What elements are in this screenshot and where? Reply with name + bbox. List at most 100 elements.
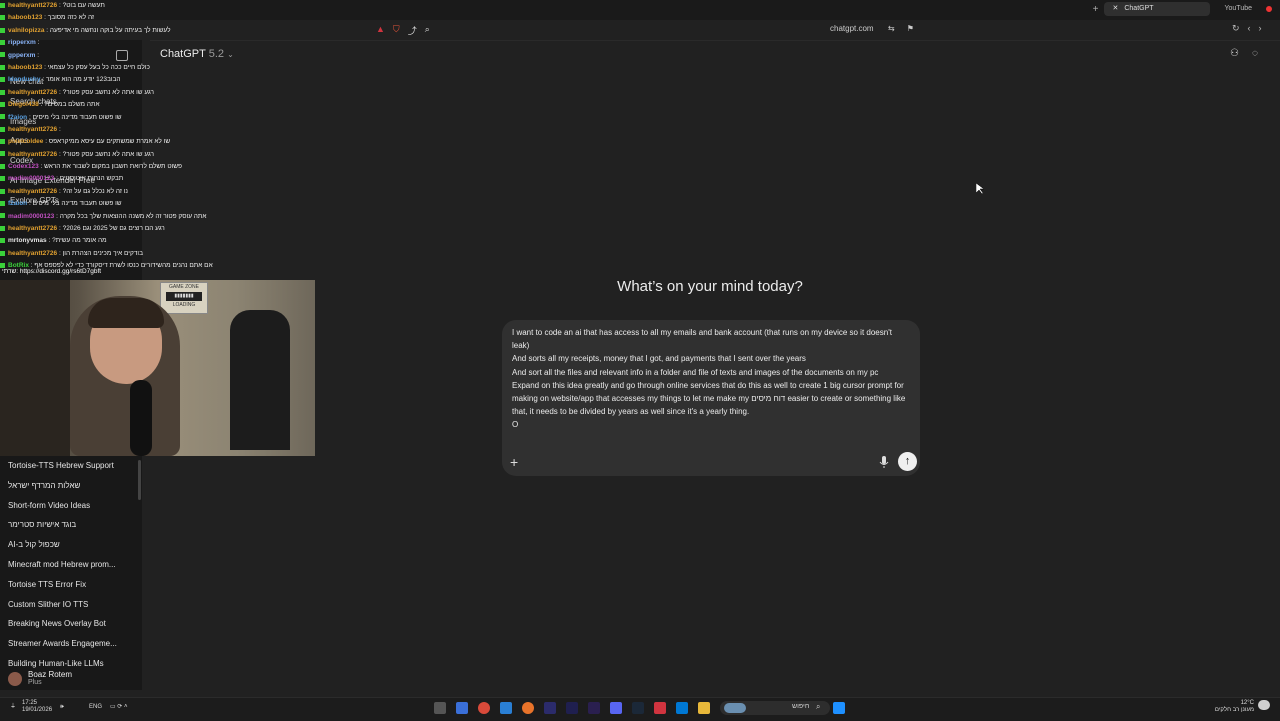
bookmark-icon[interactable]: ⚑ bbox=[907, 24, 914, 33]
list-item[interactable]: Streamer Awards Engageme... bbox=[8, 634, 138, 654]
app-icon[interactable] bbox=[544, 702, 556, 714]
chat-username: healthyantt2726 bbox=[8, 187, 58, 195]
badge-icon bbox=[0, 39, 5, 45]
badge-icon bbox=[0, 64, 5, 70]
list-item[interactable]: שאלות המרדף ישראל bbox=[8, 476, 138, 496]
badge-icon bbox=[0, 238, 5, 244]
model-version: 5.2 bbox=[208, 48, 225, 60]
steam-icon[interactable] bbox=[632, 702, 644, 714]
chat-separator: : bbox=[35, 39, 40, 47]
chat-username: gpperxm bbox=[8, 51, 36, 59]
after-effects-icon[interactable] bbox=[566, 702, 578, 714]
model-selector[interactable]: ChatGPT 5.2 ⌄ bbox=[160, 48, 234, 60]
search-highlight-icon bbox=[724, 703, 746, 713]
add-attachment-button[interactable]: + bbox=[510, 454, 518, 470]
list-item[interactable]: Minecraft mod Hebrew prom... bbox=[8, 555, 138, 575]
premiere-icon[interactable] bbox=[588, 702, 600, 714]
reload-icon[interactable]: ↻ bbox=[1232, 23, 1240, 34]
chat-line: healthyantt2726 : ?רגע שו אתה לא נחשב עס… bbox=[0, 149, 320, 161]
badge-icon bbox=[0, 89, 5, 95]
list-item[interactable]: שכפול קול ב-AI bbox=[8, 535, 138, 555]
sidebar-scrollbar[interactable] bbox=[138, 460, 141, 500]
chat-message: פשוט תשלם לרואת חשבון במקום לשבור את הרא… bbox=[44, 163, 182, 171]
folder-icon[interactable] bbox=[698, 702, 710, 714]
badge-icon bbox=[0, 163, 5, 169]
clock[interactable]: 17:25 19/01/2026 bbox=[22, 700, 52, 714]
chat-lines: healthyantt2726 : ?תעשה עם בוט haboob123 … bbox=[0, 0, 320, 273]
mouse-cursor-icon bbox=[975, 182, 985, 198]
volume-icon[interactable]: 🕪 bbox=[60, 704, 64, 711]
send-button[interactable]: ↑ bbox=[898, 452, 917, 471]
forward-icon[interactable]: › bbox=[1259, 23, 1262, 34]
chat-line: Codex123 : פשוט תשלם לרואת חשבון במקום ל… bbox=[0, 161, 320, 173]
badge-icon bbox=[0, 250, 5, 256]
chat-separator: : bbox=[57, 125, 61, 133]
back-icon[interactable]: ‹ bbox=[1248, 23, 1251, 34]
chat-username: pixelcoldee bbox=[8, 138, 44, 146]
list-item[interactable]: בוגד אישיות סטרימר bbox=[8, 515, 138, 535]
app-icon[interactable] bbox=[456, 702, 468, 714]
microphone-icon[interactable] bbox=[878, 454, 890, 470]
taskbar-search[interactable]: חיפוש ⌕ bbox=[720, 701, 830, 715]
app-icon[interactable] bbox=[500, 702, 512, 714]
chat-message: שו לא אמרת שמשתקים עם עיסא ממיקראפס bbox=[48, 138, 171, 146]
sign-text: GAME ZONE bbox=[168, 284, 199, 290]
temporary-chat-icon[interactable]: ◌ bbox=[1252, 48, 1258, 59]
badge-icon bbox=[0, 27, 5, 33]
wifi-icon[interactable]: ⏚ bbox=[10, 701, 16, 710]
lens-icon[interactable]: ⌕ bbox=[425, 24, 430, 37]
badge-icon bbox=[0, 213, 5, 219]
chat-line: f2aion : שו פשוט תעבוד מדינה בלי מיסים bbox=[0, 198, 320, 210]
chat-username: f2aion bbox=[8, 113, 28, 121]
profile-plan: Plus bbox=[28, 679, 42, 686]
list-item[interactable]: Custom Slither IO TTS bbox=[8, 595, 138, 615]
chat-username: valnilopizza bbox=[8, 26, 45, 34]
chevron-down-icon: ⌄ bbox=[227, 50, 234, 59]
weather-temp: 12°C bbox=[1240, 700, 1254, 706]
system-tray-icons[interactable]: ▭ ⟳ ˄ bbox=[110, 703, 128, 710]
webcam-mic bbox=[130, 380, 152, 456]
address-bar[interactable]: chatgpt.com ⇆ ⚑ bbox=[830, 24, 914, 33]
list-item[interactable]: Breaking News Overlay Bot bbox=[8, 614, 138, 634]
translate-icon[interactable]: ⇆ bbox=[888, 24, 895, 33]
chat-line: healthyantt2726 : ?תעשה עם בוט bbox=[0, 0, 320, 12]
profile-button[interactable]: Boaz Rotem Plus bbox=[8, 670, 72, 687]
language-indicator[interactable]: ENG bbox=[89, 704, 102, 710]
start-icon[interactable] bbox=[833, 702, 845, 714]
close-icon[interactable]: ✕ bbox=[1112, 5, 1118, 12]
brave-icon[interactable] bbox=[654, 702, 666, 714]
chat-line: haboob123 : כולם חיים ככה כל בעל עסק כל … bbox=[0, 62, 320, 74]
badge-icon bbox=[0, 201, 5, 207]
chat-line: healthyantt2726 : בודקים איך מכינים הצהר… bbox=[0, 248, 320, 260]
list-item[interactable]: Tortoise TTS Error Fix bbox=[8, 575, 138, 595]
chat-message: ?רגע שו אתה לא נחשב עסק פטור bbox=[62, 150, 154, 158]
tab-youtube[interactable]: YouTube bbox=[1216, 2, 1260, 16]
share-icon[interactable]: ⤴ bbox=[408, 24, 417, 37]
prompt-input[interactable]: I want to code an ai that has access to … bbox=[512, 326, 910, 432]
terminal-icon[interactable] bbox=[434, 702, 446, 714]
firefox-icon[interactable] bbox=[522, 702, 534, 714]
user-icon[interactable]: ⚇ bbox=[1230, 48, 1239, 59]
composer[interactable]: I want to code an ai that has access to … bbox=[502, 320, 920, 476]
chat-username: madim0000123 bbox=[8, 175, 55, 183]
shield-icon[interactable]: ⛉ bbox=[393, 24, 400, 37]
badge-icon bbox=[0, 188, 5, 194]
badge-icon bbox=[0, 77, 5, 83]
list-item[interactable]: Tortoise-TTS Hebrew Support bbox=[8, 456, 138, 476]
brave-rewards-icon[interactable]: ▲ bbox=[376, 24, 385, 37]
tab-chatgpt[interactable]: ✕ ChatGPT bbox=[1104, 2, 1211, 16]
chat-message: בודקים איך מכינים הצהרת הון bbox=[62, 249, 143, 257]
new-tab-icon[interactable]: + bbox=[1093, 4, 1099, 15]
list-item[interactable]: Short-form Video Ideas bbox=[8, 496, 138, 516]
chrome-icon[interactable] bbox=[478, 702, 490, 714]
discord-icon[interactable] bbox=[610, 702, 622, 714]
tab-label: ChatGPT bbox=[1124, 5, 1154, 12]
search-icon: ⌕ bbox=[816, 702, 821, 711]
weather-widget[interactable]: 12°C מעונן רב חלקים bbox=[1196, 700, 1254, 714]
badge-icon bbox=[0, 151, 5, 157]
store-icon[interactable] bbox=[676, 702, 688, 714]
chat-message: ?מה אומר מה עשית bbox=[52, 237, 107, 245]
chat-line: healthyantt2726 : ?רגע שו אתה לא נחשב עס… bbox=[0, 87, 320, 99]
chat-username: Idandushy bbox=[8, 76, 41, 84]
badge-icon bbox=[0, 126, 5, 132]
